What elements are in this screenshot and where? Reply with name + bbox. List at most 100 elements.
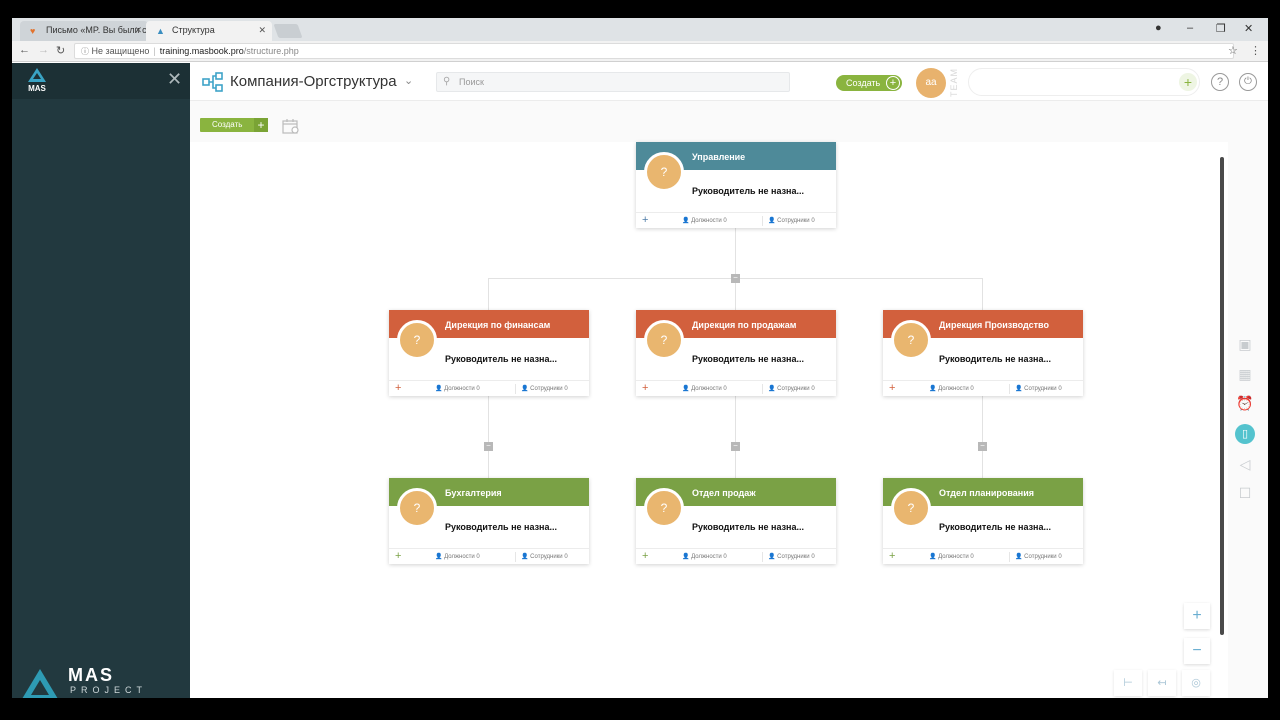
mail-favicon-icon: ♥ [30,26,36,36]
restore-icon[interactable]: ❐ [1216,22,1226,35]
forward-icon[interactable]: → [38,44,49,56]
org-card-directorate[interactable]: Дирекция по финансам ? Руководитель не н… [389,310,589,396]
tab-mail[interactable]: ♥ Письмо «MP. Вы были с ✕ [20,21,148,41]
page-title[interactable]: Компания-Оргструктура [230,73,397,90]
calendar-settings-icon[interactable] [282,118,300,134]
card-footer: + 👤 Должности 0 👤 Сотрудники 0 [636,212,836,228]
calendar-grid-icon[interactable]: ▦ [1235,364,1255,384]
tablet-icon[interactable]: ▯ [1235,424,1255,444]
minimize-icon[interactable]: – [1187,22,1193,34]
avatar[interactable]: aa [916,68,946,98]
add-icon[interactable]: + [642,550,648,562]
manager-label: Руководитель не назна... [692,522,805,532]
employees-count[interactable]: 👤 Сотрудники 0 [1015,553,1062,560]
top-bar: Компания-Оргструктура ⌄ ⚲ Поиск Создать … [190,63,1268,101]
tab-bar: ♥ Письмо «MP. Вы были с ✕ ▲ Структура ✕ … [12,18,1268,41]
avatar: ? [891,320,931,360]
browser-window: ♥ Письмо «MP. Вы были с ✕ ▲ Структура ✕ … [12,18,1268,698]
org-card-department[interactable]: Бухгалтерия ? Руководитель не назна... +… [389,478,589,564]
close-sidebar-icon[interactable]: ✕ [167,69,182,90]
add-icon[interactable]: + [642,214,648,226]
org-card-root[interactable]: Управление ? Руководитель не назна... + … [636,142,836,228]
chevron-down-icon[interactable]: ⌄ [404,74,413,87]
new-tab-button[interactable] [273,24,303,38]
zoom-out-button[interactable]: − [1184,638,1210,664]
create-structure-button[interactable]: Создать + [200,118,268,132]
layout-tree-icon[interactable]: ⊢ [1114,670,1142,696]
alarm-clock-icon[interactable]: ⏰ [1235,393,1255,413]
positions-count[interactable]: 👤 Должности 0 [435,385,480,392]
quick-input[interactable] [968,68,1200,96]
profile-icon[interactable]: ● [1155,22,1162,34]
search-icon: ⚲ [443,76,451,87]
back-icon[interactable]: ← [19,44,30,56]
add-icon[interactable]: + [395,550,401,562]
add-icon[interactable]: + [889,550,895,562]
positions-count[interactable]: 👤 Должности 0 [682,553,727,560]
add-icon[interactable]: + [889,382,895,394]
url-path: /structure.php [243,46,299,56]
connector-line [982,278,983,310]
avatar: ? [644,320,684,360]
collapse-toggle[interactable]: − [731,442,740,451]
org-card-directorate[interactable]: Дирекция по продажам ? Руководитель не н… [636,310,836,396]
bookmark-star-icon[interactable]: ☆ [1228,44,1238,57]
zoom-in-button[interactable]: + [1184,603,1210,629]
collapse-toggle[interactable]: − [978,442,987,451]
collapse-toggle[interactable]: − [731,274,740,283]
plus-icon: + [254,118,268,132]
org-card-department[interactable]: Отдел планирования ? Руководитель не наз… [883,478,1083,564]
center-icon[interactable]: ◎ [1182,670,1210,696]
close-window-icon[interactable]: ✕ [1244,22,1253,35]
positions-count[interactable]: 👤 Должности 0 [682,385,727,392]
logo-text: MAS [68,665,114,685]
create-label: Создать [212,120,243,129]
close-tab-icon[interactable]: ✕ [258,25,266,36]
mas-logo[interactable]: MAS [22,68,52,96]
help-icon[interactable]: ? [1211,73,1229,91]
security-label: Не защищено [91,46,150,56]
create-button[interactable]: Создать + [836,75,902,91]
add-icon[interactable]: + [395,382,401,394]
manager-label: Руководитель не назна... [692,186,805,196]
person-icon: 👤 [521,386,529,392]
employees-count[interactable]: 👤 Сотрудники 0 [521,385,568,392]
url-host: training.masbook.pro [159,46,244,56]
person-icon: 👤 [768,218,776,224]
tab-structure[interactable]: ▲ Структура ✕ [146,21,272,41]
add-icon[interactable]: + [642,382,648,394]
positions-count[interactable]: 👤 Должности 0 [929,553,974,560]
reload-icon[interactable]: ↻ [56,44,65,57]
positions-count[interactable]: 👤 Должности 0 [435,553,480,560]
org-chart-canvas[interactable]: − − − − Управление ? Руководитель не наз… [190,142,1228,698]
card-footer: + 👤 Должности 0 👤 Сотрудники 0 [636,548,836,564]
positions-label: Должности 0 [444,554,480,560]
search-input[interactable]: ⚲ Поиск [436,72,790,92]
address-bar: ← → ↻ ⓘ Не защищено | training.masbook.pro… [12,41,1268,62]
positions-count[interactable]: 👤 Должности 0 [929,385,974,392]
positions-count[interactable]: 👤 Должности 0 [682,217,727,224]
megaphone-icon[interactable]: ◁ [1235,454,1255,474]
person-icon: 👤 [682,554,690,560]
close-tab-icon[interactable]: ✕ [134,25,142,36]
org-card-directorate[interactable]: Дирекция Производство ? Руководитель не … [883,310,1083,396]
vertical-scrollbar[interactable] [1220,157,1224,635]
power-icon[interactable]: ⏻ [1239,73,1257,91]
mas-logo-triangle-icon [28,68,46,82]
employees-count[interactable]: 👤 Сотрудники 0 [768,385,815,392]
manager-label: Руководитель не назна... [445,354,558,364]
layout-back-icon[interactable]: ↤ [1148,670,1176,696]
employees-count[interactable]: 👤 Сотрудники 0 [768,553,815,560]
add-icon[interactable]: + [1179,73,1197,91]
employees-count[interactable]: 👤 Сотрудники 0 [1015,385,1062,392]
employees-count[interactable]: 👤 Сотрудники 0 [768,217,815,224]
employees-count[interactable]: 👤 Сотрудники 0 [521,553,568,560]
browser-menu-icon[interactable]: ⋮ [1250,44,1261,57]
org-card-department[interactable]: Отдел продаж ? Руководитель не назна... … [636,478,836,564]
chat-icon[interactable]: ☐ [1235,483,1255,503]
collapse-toggle[interactable]: − [484,442,493,451]
url-field[interactable]: ⓘ Не защищено | training.masbook.pro/struc… [74,43,1234,59]
employees-label: Сотрудники 0 [1024,386,1062,392]
calendar-check-icon[interactable]: ▣ [1235,334,1255,354]
mas-project-logo: MAS PROJECT [22,665,152,698]
